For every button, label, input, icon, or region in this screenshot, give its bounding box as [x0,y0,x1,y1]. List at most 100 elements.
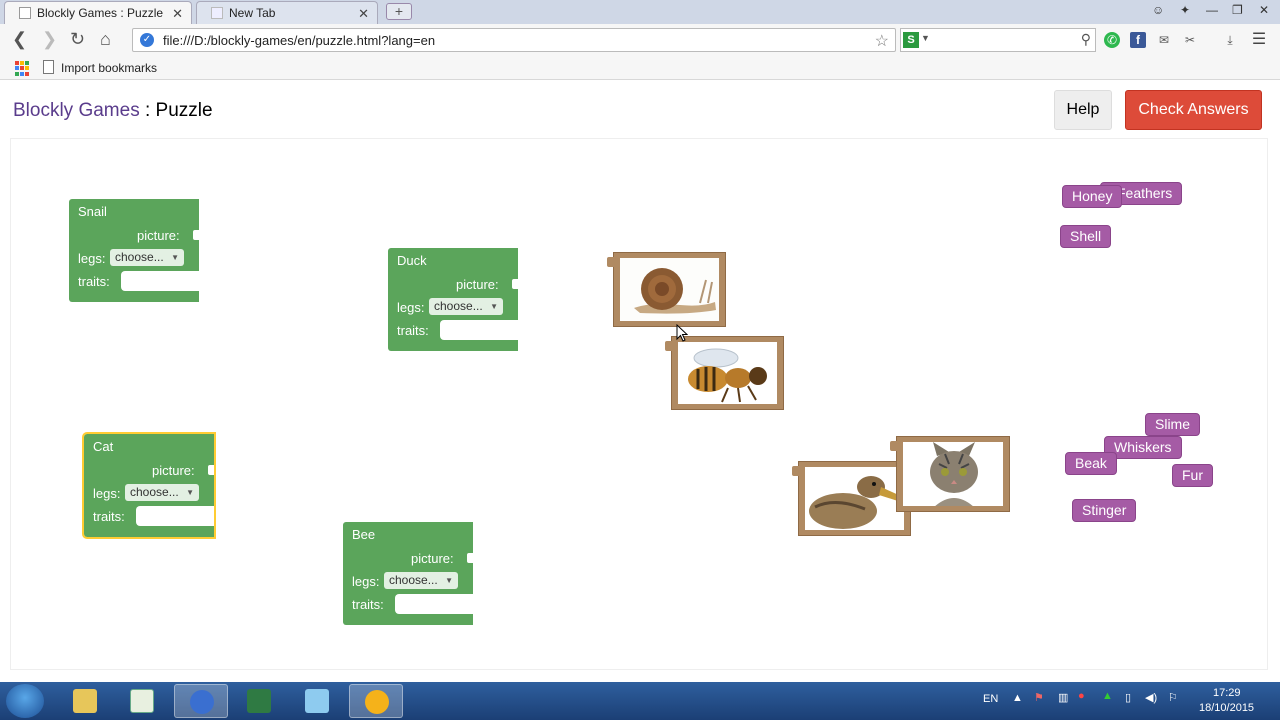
traits-input-slot[interactable] [440,320,518,340]
chevron-down-icon[interactable]: ▼ [921,33,930,43]
picture-label: picture: [411,551,454,566]
legs-dropdown[interactable]: choose... ▼ [110,249,184,266]
traits-label: traits: [93,509,125,524]
close-tab-icon[interactable]: ✕ [358,6,369,22]
trait-block-fur[interactable]: Fur [1172,464,1213,487]
picture-input-slot[interactable] [208,465,214,475]
clock-time[interactable]: 17:29 [1213,687,1241,699]
taskbar-chrome[interactable] [349,684,403,718]
picture-connector [607,257,615,267]
language-indicator[interactable]: EN [983,693,998,705]
app-name-link[interactable]: Blockly Games [13,100,140,121]
chevron-down-icon: ▼ [445,576,453,585]
close-tab-icon[interactable]: ✕ [172,6,183,22]
animal-name: Snail [78,204,107,219]
browser-toolbar: ❮ ❯ ↻ ⌂ ✓ file:///D:/blockly-games/en/pu… [0,24,1280,56]
taskbar-app-excel[interactable] [232,684,286,718]
legs-dropdown-value: choose... [389,573,438,587]
pin-icon[interactable]: ✦ [1180,3,1190,17]
apps-icon[interactable] [15,61,30,76]
picture-input-slot[interactable] [193,230,199,240]
search-box[interactable]: S ▼ ⚲ [900,28,1096,52]
account-icon[interactable]: ☺ [1152,3,1164,17]
legs-dropdown[interactable]: choose... ▼ [429,298,503,315]
legs-label: legs: [78,251,106,266]
legs-dropdown[interactable]: choose... ▼ [125,484,199,501]
legs-dropdown-value: choose... [434,299,483,313]
volume-icon[interactable]: ◀) [1145,691,1157,704]
action-center-icon[interactable]: ⚐ [1168,691,1178,704]
taskbar-app-swirl[interactable] [174,684,228,718]
menu-icon[interactable]: ☰ [1251,32,1267,48]
chevron-up-icon[interactable]: ▲ [1012,692,1023,704]
trait-block-beak[interactable]: Beak [1065,452,1117,475]
help-button[interactable]: Help [1054,90,1112,130]
url-text[interactable]: file:///D:/blockly-games/en/puzzle.html?… [163,33,435,48]
snail-image [620,258,719,321]
animal-block-duck[interactable]: Duck picture: legs: choose... ▼ traits: [388,248,518,351]
start-button[interactable] [6,684,44,718]
traits-input-slot[interactable] [136,506,214,526]
page-title: Blockly Games : Puzzle [13,100,213,122]
picture-input-slot[interactable] [512,279,518,289]
traits-input-slot[interactable] [395,594,473,614]
page-icon [211,7,223,19]
traits-input-slot[interactable] [121,271,199,291]
secure-page-icon: ✓ [140,33,154,47]
address-bar[interactable]: ✓ file:///D:/blockly-games/en/puzzle.htm… [132,28,896,52]
scissors-icon[interactable]: ✂ [1182,32,1198,48]
check-answers-button[interactable]: Check Answers [1125,90,1262,130]
tray-icon-2[interactable]: ▥ [1058,691,1068,704]
taskbar-app-chart[interactable] [115,684,169,718]
minimize-icon[interactable]: — [1206,3,1218,17]
picture-block-bee[interactable] [665,336,784,410]
tab-blockly-puzzle[interactable]: Blockly Games : Puzzle ✕ [4,1,192,24]
legs-dropdown[interactable]: choose... ▼ [384,572,458,589]
animal-block-snail[interactable]: Snail picture: legs: choose... ▼ traits: [69,199,199,302]
bookmark-import[interactable]: Import bookmarks [61,61,157,75]
download-icon[interactable]: ⤓ [1222,32,1238,48]
picture-block-duck[interactable] [792,461,911,536]
antivirus-icon[interactable]: ● [1078,690,1085,702]
clock-date[interactable]: 18/10/2015 [1199,702,1254,714]
facebook-icon[interactable]: f [1130,32,1146,48]
chevron-down-icon: ▼ [490,302,498,311]
whatsapp-icon[interactable]: ✆ [1104,32,1120,48]
battery-icon[interactable]: ▯ [1125,691,1131,704]
search-engine-icon[interactable]: S [903,32,919,48]
picture-block-cat[interactable] [890,436,1010,512]
legs-dropdown-value: choose... [130,485,179,499]
extension-icon[interactable]: ✉ [1156,32,1172,48]
bookmark-star-icon[interactable]: ☆ [875,31,889,51]
picture-connector [792,466,800,476]
taskbar-app-window[interactable] [290,684,344,718]
animal-block-bee[interactable]: Bee picture: legs: choose... ▼ traits: [343,522,473,625]
forward-icon[interactable]: ❯ [42,30,57,48]
trait-block-slime[interactable]: Slime [1145,413,1201,436]
tab-new-tab[interactable]: New Tab ✕ [196,1,378,24]
back-icon[interactable]: ❮ [12,30,27,48]
bookmark-page-icon [43,60,54,74]
tab-label: New Tab [229,6,276,20]
bookmarks-bar: Import bookmarks [0,56,1280,80]
animal-block-cat[interactable]: Cat picture: legs: choose... ▼ traits: [82,432,216,539]
tray-icon-1[interactable]: ⚑ [1034,691,1044,704]
tab-strip: Blockly Games : Puzzle ✕ New Tab ✕ + ☺ ✦… [0,0,1280,24]
trait-block-stinger[interactable]: Stinger [1072,499,1137,522]
window-close-icon[interactable]: ✕ [1259,3,1269,17]
picture-connector [665,341,673,351]
animal-name: Bee [352,527,376,542]
picture-label: picture: [137,228,180,243]
home-icon[interactable]: ⌂ [100,30,111,48]
maximize-icon[interactable]: ❐ [1232,3,1243,17]
reload-icon[interactable]: ↻ [70,30,85,48]
trait-block-honey[interactable]: Honey [1062,185,1123,208]
search-icon[interactable]: ⚲ [1081,31,1091,48]
taskbar-explorer[interactable] [58,684,112,718]
trait-block-shell[interactable]: Shell [1060,225,1112,248]
picture-block-snail[interactable] [607,252,726,327]
picture-connector [890,441,898,451]
tray-icon-3[interactable]: ▲ [1102,690,1113,702]
new-tab-button[interactable]: + [386,3,412,20]
picture-input-slot[interactable] [467,553,473,563]
